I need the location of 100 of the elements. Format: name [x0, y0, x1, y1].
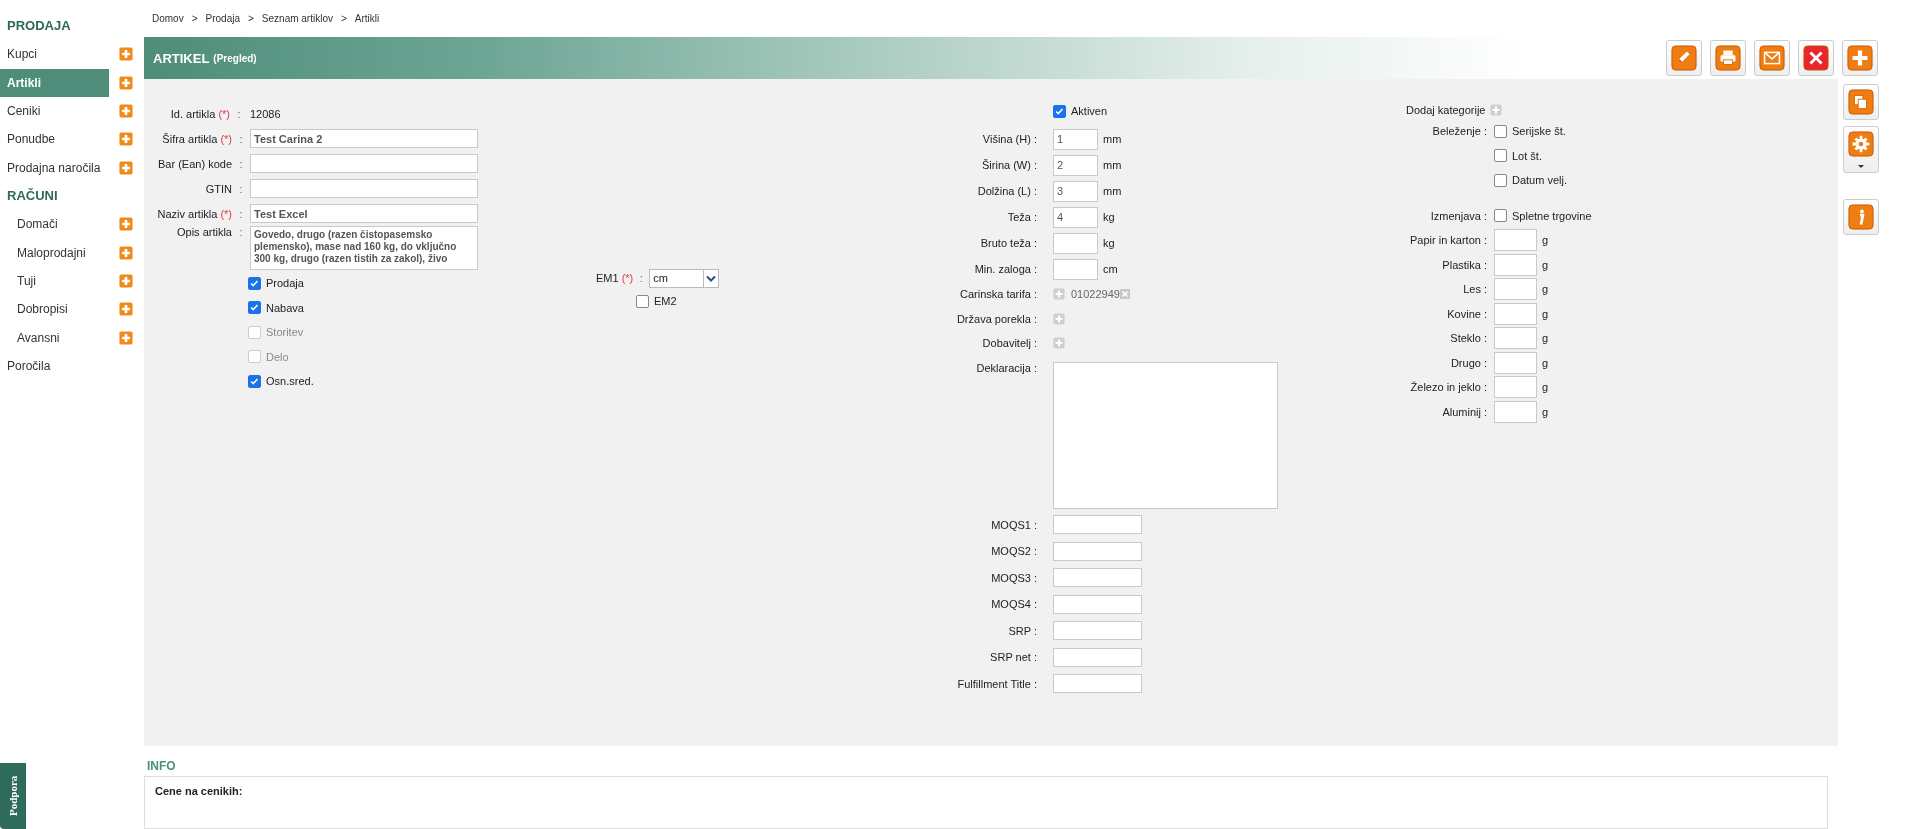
field-label: Višina (H) : — [981, 133, 1037, 145]
field-label: Min. zaloga : — [973, 263, 1037, 275]
input-field[interactable] — [1053, 647, 1142, 667]
checkbox[interactable] — [248, 301, 261, 315]
input-field[interactable] — [250, 154, 478, 173]
sidebar-item[interactable]: Kupci — [0, 40, 109, 69]
remove-icon[interactable] — [1119, 289, 1130, 300]
unit-label: g — [1542, 234, 1549, 247]
email-button[interactable] — [1754, 40, 1790, 76]
sidebar-item[interactable]: Dobropisi — [0, 295, 109, 324]
required-mark: (*) — [621, 272, 634, 284]
breadcrumb-link[interactable]: Seznam artiklov — [261, 13, 333, 24]
sidebar-item[interactable]: Domači — [0, 210, 109, 239]
add-icon[interactable] — [1053, 288, 1065, 301]
sidebar-item[interactable]: Maloprodajni — [0, 238, 109, 267]
checkbox-label: Spletne trgovine — [1512, 209, 1592, 222]
text-area[interactable] — [1053, 361, 1278, 509]
input-field[interactable] — [1053, 621, 1142, 641]
sidebar-item[interactable]: Avansni — [0, 323, 109, 352]
unit-label: mm — [1103, 133, 1122, 145]
add-icon[interactable] — [119, 47, 133, 62]
add-icon[interactable] — [119, 160, 133, 175]
checkbox[interactable] — [1494, 149, 1507, 163]
settings-button[interactable] — [1843, 126, 1879, 173]
add-icon[interactable] — [119, 330, 133, 345]
checkbox[interactable] — [1053, 104, 1066, 118]
input-field[interactable]: 4 — [1053, 206, 1098, 228]
checkbox[interactable] — [1494, 124, 1507, 138]
checkbox[interactable] — [1494, 173, 1507, 187]
section-heading: PRODAJA — [6, 17, 72, 35]
input-field[interactable]: 1 — [1053, 128, 1098, 150]
input-field[interactable] — [1053, 541, 1142, 561]
plus-icon — [1847, 45, 1873, 71]
input-field[interactable] — [1494, 400, 1537, 423]
input-field[interactable] — [1494, 302, 1537, 325]
input-field[interactable] — [1053, 674, 1142, 694]
checkbox[interactable] — [636, 294, 649, 308]
input-field[interactable]: 3 — [1053, 180, 1098, 202]
input-field[interactable] — [1494, 253, 1537, 276]
field-label: Naziv artikla — [157, 207, 218, 220]
sidebar-item[interactable]: Tuji — [0, 266, 109, 295]
checkbox-label: Storitev — [266, 326, 304, 339]
separator: : — [238, 157, 244, 170]
add-button[interactable] — [1842, 40, 1878, 76]
add-icon[interactable] — [119, 217, 133, 232]
add-icon[interactable] — [1053, 337, 1065, 350]
breadcrumb-link[interactable]: Domov — [152, 13, 184, 24]
input-field[interactable]: 2 — [1053, 154, 1098, 176]
input-field[interactable] — [250, 179, 478, 198]
input-field[interactable]: Test Carina 2 — [250, 129, 478, 148]
edit-button[interactable] — [1666, 40, 1702, 76]
checkbox[interactable] — [1494, 209, 1507, 223]
input-field[interactable] — [1494, 351, 1537, 374]
input-field[interactable] — [1053, 515, 1142, 535]
info-button[interactable] — [1843, 199, 1879, 235]
sidebar-item[interactable]: Poročila — [0, 352, 109, 381]
checkbox-label: Prodaja — [266, 277, 304, 290]
text-area[interactable]: Govedo, drugo (razen čistopasemsko plemensko), mase nad 160 kg, do vključno 300 kg, drugo (razen tistih za zakol), živo — [250, 226, 478, 270]
add-icon[interactable] — [119, 103, 133, 118]
add-icon[interactable] — [1489, 104, 1502, 116]
add-icon[interactable] — [119, 245, 133, 260]
field-label: Carinska tarifa : — [958, 288, 1037, 301]
copy-button[interactable] — [1843, 84, 1879, 120]
unit-label: mm — [1103, 159, 1122, 171]
input-field[interactable]: Test Excel — [250, 204, 478, 223]
input-field[interactable] — [1494, 278, 1537, 301]
separator: : — [238, 207, 244, 220]
input-field[interactable] — [1494, 376, 1537, 399]
input-field[interactable] — [1053, 232, 1098, 254]
add-icon[interactable] — [119, 302, 133, 317]
field-label: Fulfillment Title : — [956, 677, 1037, 690]
checkbox[interactable] — [248, 374, 261, 388]
checkbox[interactable] — [248, 276, 261, 290]
breadcrumb-link[interactable]: Artikli — [354, 13, 380, 24]
separator: : — [238, 226, 244, 238]
field-label: Papir in karton : — [1408, 234, 1487, 247]
sidebar-item[interactable]: Ponudbe — [0, 125, 109, 154]
add-icon[interactable] — [119, 132, 133, 147]
input-field[interactable] — [1053, 568, 1142, 588]
add-icon[interactable] — [1053, 312, 1065, 325]
input-field[interactable] — [1494, 327, 1537, 350]
field-label: Dobavitelj : — [981, 337, 1037, 350]
unit-label: cm — [1103, 263, 1118, 275]
input-field[interactable] — [1053, 594, 1142, 614]
sidebar-item[interactable]: Prodajna naročila — [0, 153, 109, 182]
unit-label: g — [1542, 283, 1549, 296]
section-heading: INFO — [146, 758, 177, 775]
dropdown[interactable]: cm — [649, 268, 720, 288]
input-field[interactable] — [1494, 229, 1537, 252]
delete-button[interactable] — [1798, 40, 1834, 76]
support-tab[interactable]: Podpora — [0, 763, 26, 829]
printer-icon — [1715, 45, 1741, 71]
add-icon[interactable] — [119, 75, 133, 90]
input-field[interactable] — [1053, 258, 1098, 280]
checkbox-label: EM2 — [654, 295, 677, 307]
breadcrumb-link[interactable]: Prodaja — [205, 13, 240, 24]
add-icon[interactable] — [119, 273, 133, 288]
print-button[interactable] — [1710, 40, 1746, 76]
sidebar-item[interactable]: Artikli — [0, 68, 109, 97]
sidebar-item[interactable]: Ceniki — [0, 96, 109, 125]
